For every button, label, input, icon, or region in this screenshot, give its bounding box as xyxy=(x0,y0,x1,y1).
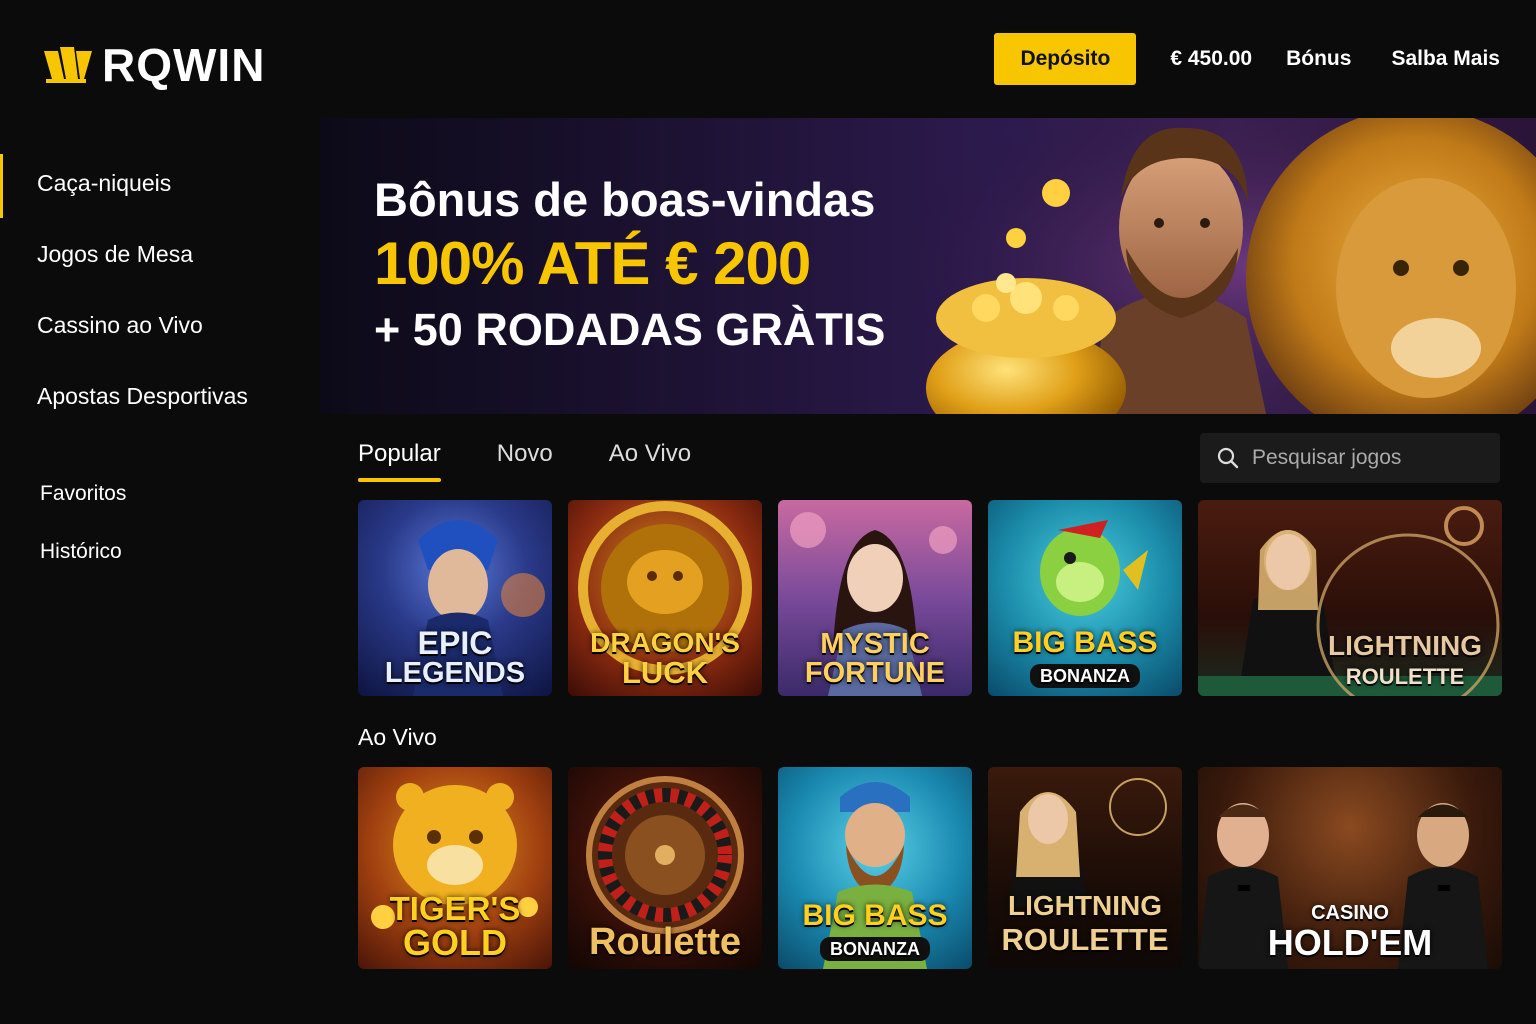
banner-free-spins: + 50 RODADAS GRÀTIS xyxy=(374,304,886,355)
game-tile-mystic-fortune[interactable]: MYSTIC FORTUNE xyxy=(778,500,972,696)
search-box[interactable] xyxy=(1200,433,1500,483)
section-title-live: Ao Vivo xyxy=(358,724,437,750)
banner-artwork xyxy=(916,118,1536,414)
game-tile-roulette[interactable]: Roulette xyxy=(568,767,762,969)
game-tile-lightning-roulette-live[interactable]: LIGHTNING ROULETTE xyxy=(988,767,1182,969)
game-title: DRAGON'S LUCK xyxy=(590,627,740,690)
nav-link-bonus[interactable]: Bónus xyxy=(1286,47,1351,71)
sidebar-item-live-casino[interactable]: Cassino ao Vivo xyxy=(37,312,203,339)
logo-mark-icon xyxy=(44,47,92,83)
tab-live[interactable]: Ao Vivo xyxy=(609,440,691,476)
sidebar-item-favorites[interactable]: Favoritos xyxy=(40,482,126,506)
deposit-button[interactable]: Depósito xyxy=(994,33,1137,85)
game-tile-casino-holdem[interactable]: CASINO HOLD'EM xyxy=(1198,767,1502,969)
sidebar-item-history[interactable]: Histórico xyxy=(40,540,122,564)
game-tile-tigers-gold[interactable]: TIGER'S GOLD xyxy=(358,767,552,969)
tab-new[interactable]: Novo xyxy=(497,440,553,476)
game-title: LIGHTNING ROULETTE xyxy=(1328,630,1482,689)
header-actions: Depósito € 450.00 Bónus Salba Mais xyxy=(994,33,1500,85)
search-input[interactable] xyxy=(1250,445,1484,471)
sidebar: Caça-niqueis Jogos de Mesa Cassino ao Vi… xyxy=(0,118,320,1024)
sidebar-active-indicator xyxy=(0,154,3,218)
game-title: EPIC LEGENDS xyxy=(384,625,526,689)
game-title: LIGHTNING ROULETTE xyxy=(1001,890,1169,957)
sidebar-item-sports-betting[interactable]: Apostas Desportivas xyxy=(37,383,248,410)
nav-link-learn-more[interactable]: Salba Mais xyxy=(1391,47,1500,71)
site-logo[interactable]: RQWIN xyxy=(42,42,265,88)
banner-headline: Bônus de boas-vindas xyxy=(374,173,876,226)
game-tile-epic-legends[interactable]: EPIC LEGENDS xyxy=(358,500,552,696)
sidebar-item-slots[interactable]: Caça-niqueis xyxy=(37,170,171,197)
live-games-row: TIGER'S GOLD Roulette BIG BASS BONANZA L… xyxy=(358,767,1502,969)
game-tile-dragons-luck[interactable]: DRAGON'S LUCK xyxy=(568,500,762,696)
game-tile-big-bass-bonanza-live[interactable]: BIG BASS BONANZA xyxy=(778,767,972,969)
game-title: BIG BASS BONANZA xyxy=(1012,626,1158,688)
sidebar-item-table-games[interactable]: Jogos de Mesa xyxy=(37,241,193,268)
game-title: MYSTIC FORTUNE xyxy=(804,628,946,689)
banner-offer: 100% ATÉ € 200 xyxy=(374,230,811,297)
game-tile-lightning-roulette[interactable]: LIGHTNING ROULETTE xyxy=(1198,500,1502,696)
game-title: Roulette xyxy=(589,921,741,963)
balance-display: € 450.00 xyxy=(1170,47,1253,70)
search-icon xyxy=(1217,447,1239,469)
game-tabs: Popular Novo Ao Vivo xyxy=(358,440,747,482)
game-title: TIGER'S GOLD xyxy=(389,890,521,963)
banner-text: Bônus de boas-vindas 100% ATÉ € 200 + 50… xyxy=(374,172,885,360)
promo-banner[interactable]: Bônus de boas-vindas 100% ATÉ € 200 + 50… xyxy=(320,118,1536,414)
game-tile-big-bass-bonanza[interactable]: BIG BASS BONANZA xyxy=(988,500,1182,696)
logo-text: RQWIN xyxy=(102,39,266,91)
game-title: BIG BASS BONANZA xyxy=(802,899,948,961)
popular-games-row: EPIC LEGENDS DRAGON'S LUCK MYSTIC FORTUNE xyxy=(358,500,1502,696)
game-title: CASINO HOLD'EM xyxy=(1267,902,1433,963)
tab-popular[interactable]: Popular xyxy=(358,440,441,482)
top-header: RQWIN Depósito € 450.00 Bónus Salba Mais xyxy=(0,0,1536,118)
